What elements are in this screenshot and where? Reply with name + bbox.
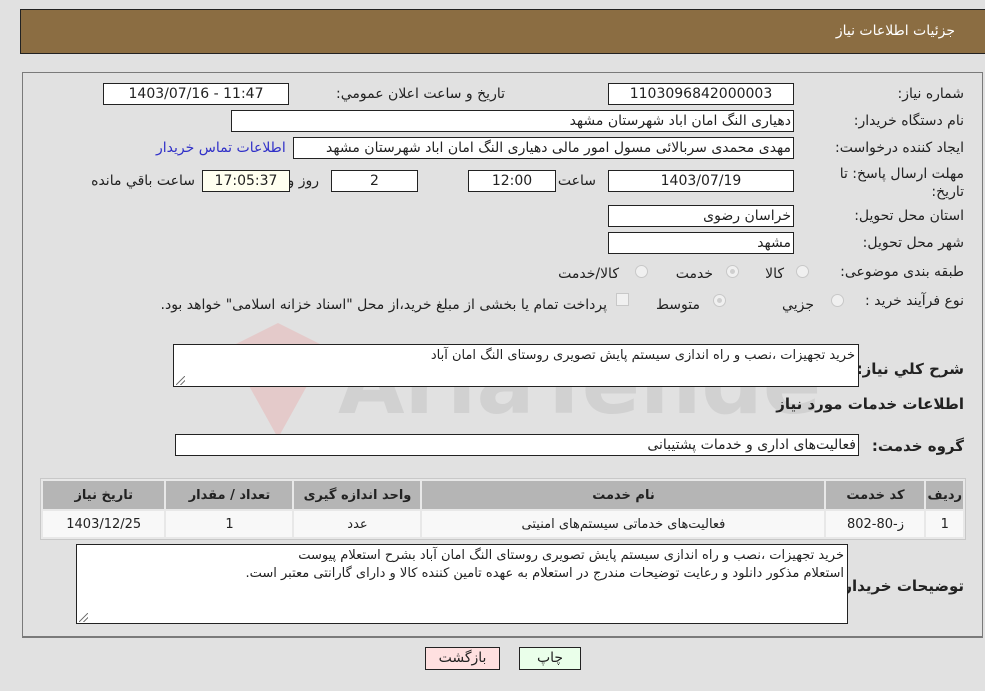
announce-datetime-field: 1403/07/16 - 11:47 [103, 83, 289, 105]
requester-field: مهدی محمدی سربالائی مسول امور مالی دهیار… [293, 137, 794, 159]
city-field: مشهد [608, 232, 794, 254]
page-header: جزئیات اطلاعات نیاز [20, 9, 985, 54]
category-radio-goods-service[interactable] [635, 265, 648, 278]
col-header-quantity: تعداد / مقدار [166, 481, 293, 509]
purchase-option-medium: متوسط [656, 297, 700, 313]
remaining-time-label: ساعت باقي مانده [91, 173, 195, 189]
days-label: روز و [287, 173, 320, 189]
col-header-service-name: نام خدمت [422, 481, 825, 509]
buyer-org-field: دهیاری النگ امان اباد شهرستان مشهد [231, 110, 794, 132]
col-header-row-number: رديف [926, 481, 963, 509]
purchase-type-label: نوع فرآیند خرید : [865, 293, 964, 309]
deadline-time-label: ساعت [557, 173, 596, 189]
requester-label: ايجاد کننده درخواست: [835, 140, 964, 156]
purchase-radio-minor[interactable] [831, 294, 844, 307]
category-radio-service[interactable] [726, 265, 739, 278]
print-button[interactable]: چاپ [519, 647, 581, 670]
resize-grip-icon[interactable] [79, 613, 88, 622]
table-header-row: رديف کد خدمت نام خدمت واحد اندازه گيری ت… [43, 481, 963, 509]
col-header-unit: واحد اندازه گيری [294, 481, 421, 509]
cell-row-number: 1 [926, 511, 963, 537]
buyer-notes-textarea[interactable]: خرید تجهیزات ،نصب و راه اندازی سیستم پای… [76, 544, 848, 624]
cell-service-name: فعالیت‌های خدماتی سیستم‌های امنیتی [422, 511, 825, 537]
service-group-label: گروه خدمت: [871, 437, 964, 455]
summary-text: خرید تجهیزات ،نصب و راه اندازی سیستم پای… [430, 348, 855, 363]
category-radio-goods[interactable] [796, 265, 809, 278]
need-number-label: شماره نیاز: [897, 86, 965, 102]
buyer-notes-label: توضيحات خريدار: [837, 577, 964, 595]
services-table: رديف کد خدمت نام خدمت واحد اندازه گيری ت… [40, 478, 966, 540]
buyer-notes-line-2: استعلام مذکور دانلود و رعایت توضیحات مند… [245, 566, 844, 581]
deadline-time-field: 12:00 [468, 170, 556, 192]
deadline-date-field: 1403/07/19 [608, 170, 794, 192]
col-header-need-date: تاريخ نياز [43, 481, 165, 509]
summary-textarea[interactable]: خرید تجهیزات ،نصب و راه اندازی سیستم پای… [173, 344, 859, 387]
page-title: جزئیات اطلاعات نیاز [835, 23, 955, 39]
cell-service-code: ز-80-802 [826, 511, 925, 537]
buyer-org-label: نام دستگاه خريدار: [853, 113, 964, 129]
table-row: 1 ز-80-802 فعالیت‌های خدماتی سیستم‌های ا… [43, 511, 963, 537]
resize-grip-icon[interactable] [176, 376, 185, 385]
city-label: شهر محل تحويل: [862, 235, 964, 251]
cell-need-date: 1403/12/25 [43, 511, 165, 537]
purchase-radio-medium[interactable] [713, 294, 726, 307]
col-header-service-code: کد خدمت [826, 481, 925, 509]
need-number-field: 1103096842000003 [608, 83, 794, 105]
buyer-notes-line-1: خرید تجهیزات ،نصب و راه اندازی سیستم پای… [298, 548, 844, 563]
category-option-goods-service: کالا/خدمت [558, 266, 619, 282]
category-label: طبقه بندی موضوعی: [840, 264, 964, 280]
category-option-goods: کالا [765, 266, 784, 282]
deadline-label: مهلت ارسال پاسخ: تا تاریخ: [839, 166, 964, 200]
category-option-service: خدمت [675, 266, 713, 282]
services-section-title: اطلاعات خدمات مورد نياز [776, 395, 964, 413]
need-details-panel: AriaTender.neT شماره نیاز: 1103096842000… [22, 72, 983, 638]
back-button[interactable]: بازگشت [425, 647, 500, 670]
purchase-option-minor: جزيي [782, 297, 814, 313]
service-group-field: فعالیت‌های اداری و خدمات پشتیبانی [175, 434, 859, 456]
summary-label: شرح کلي نياز: [856, 360, 964, 378]
buyer-contact-link[interactable]: اطلاعات تماس خريدار [156, 140, 286, 156]
remaining-time-field: 17:05:37 [202, 170, 290, 192]
province-field: خراسان رضوی [608, 205, 794, 227]
treasury-payment-note: پرداخت تمام يا بخشی از مبلغ خريد،از محل … [160, 297, 607, 313]
treasury-payment-checkbox[interactable] [616, 293, 629, 306]
remaining-days-field: 2 [331, 170, 418, 192]
cell-unit: عدد [294, 511, 421, 537]
province-label: استان محل تحويل: [854, 208, 964, 224]
cell-quantity: 1 [166, 511, 293, 537]
announce-datetime-label: تاریخ و ساعت اعلان عمومي: [336, 86, 505, 102]
